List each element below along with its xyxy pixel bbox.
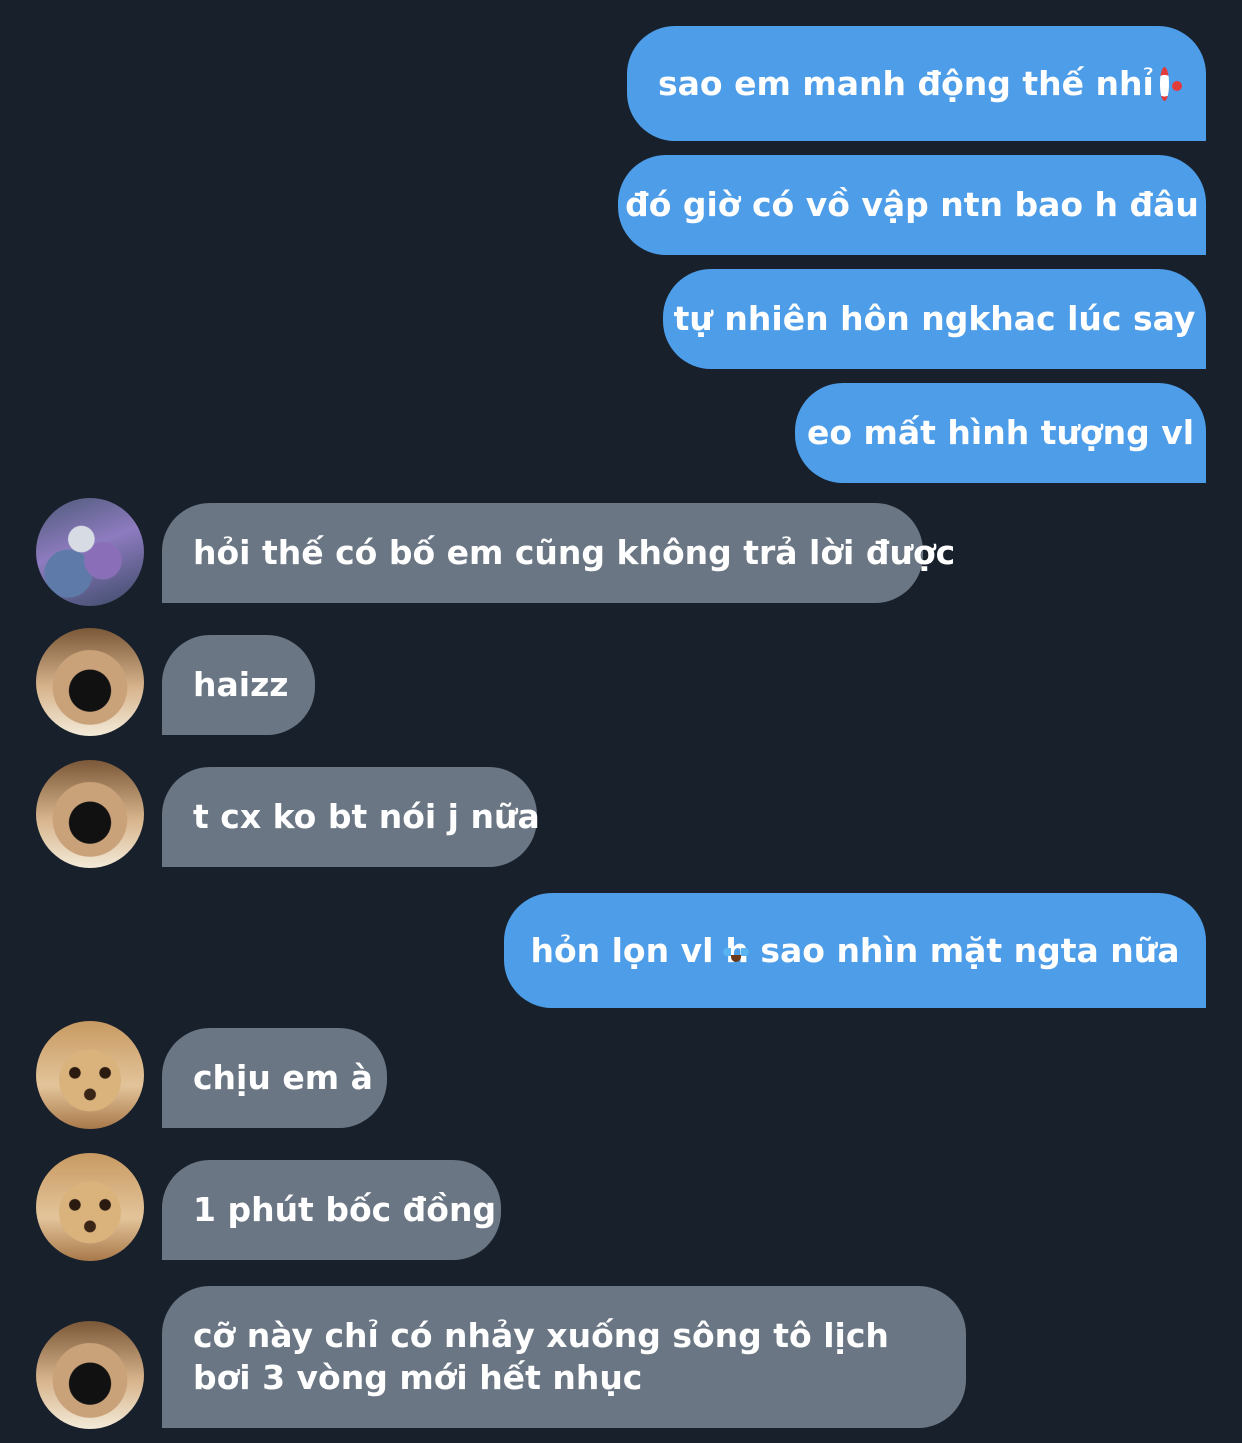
outgoing-message[interactable]: eo mất hình tượng vl [795,383,1206,483]
chat-thread[interactable]: sao em manh động thế nhỉ đó giờ có vồ vậ… [0,0,1242,1443]
incoming-message[interactable]: haizz [162,635,315,735]
incoming-message[interactable]: hỏi thế có bố em cũng không trả lời được [162,503,955,603]
message-text-before: hỏn lọn vl [530,930,714,970]
message-text: 1 phút bốc đồng [193,1190,497,1229]
message-text: eo mất hình tượng vl [806,413,1195,452]
outgoing-message[interactable]: tự nhiên hôn ngkhac lúc say [663,269,1206,369]
avatar[interactable] [36,628,144,736]
message-text: haizz [193,665,289,704]
outgoing-message[interactable]: đó giờ có vồ vập ntn bao h đâu [618,155,1206,255]
clown-face-icon [1159,66,1183,101]
message-text: sao em manh động thế nhỉ [658,63,1154,103]
message-text-after: h sao nhìn mặt ngta nữa [725,930,1180,970]
message-text: cỡ này chỉ có nhảy xuống sông tô lịch bơ… [193,1316,889,1397]
outgoing-message[interactable]: sao em manh động thế nhỉ [627,26,1206,141]
message-text: hỏi thế có bố em cũng không trả lời được [193,533,956,572]
message-text: đó giờ có vồ vập ntn bao h đâu [625,185,1199,224]
outgoing-message[interactable]: hỏn lọn vl h sao nhìn mặt ngta nữa [504,893,1206,1008]
message-text: t cx ko bt nói j nữa [193,797,540,836]
incoming-message[interactable]: 1 phút bốc đồng [162,1160,501,1260]
message-text: chịu em à [193,1058,373,1097]
incoming-message[interactable]: cỡ này chỉ có nhảy xuống sông tô lịch bơ… [162,1286,966,1428]
avatar[interactable] [36,1153,144,1261]
message-text: tự nhiên hôn ngkhac lúc say [673,299,1196,338]
avatar[interactable] [36,498,144,606]
incoming-message[interactable]: t cx ko bt nói j nữa [162,767,540,867]
avatar[interactable] [36,760,144,868]
avatar[interactable] [36,1021,144,1129]
incoming-message[interactable]: chịu em à [162,1028,387,1128]
avatar[interactable] [36,1321,144,1429]
